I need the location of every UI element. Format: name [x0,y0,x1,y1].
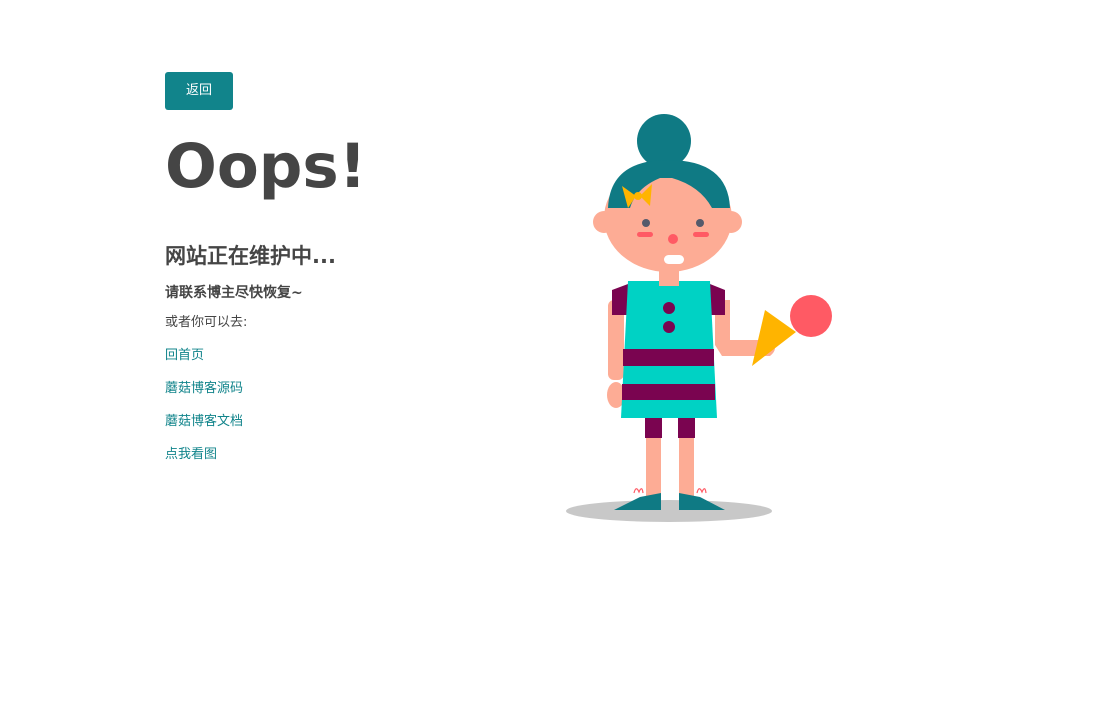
dress-stripe-1 [623,349,714,366]
hair-bow-knot [634,192,642,200]
maintenance-content: 返回 Oops! 网站正在维护中... 请联系博主尽快恢复~ 或者你可以去: 回… [165,72,465,462]
left-leg [646,435,661,499]
left-legging [645,416,662,438]
mouth [664,255,684,264]
left-eye [642,219,650,227]
dress-stripe-2 [622,384,715,400]
dress-button-2 [663,321,675,333]
alternatives-label: 或者你可以去: [165,315,248,330]
right-legging [678,416,695,438]
nose [668,234,678,244]
page-title: Oops! [165,131,367,202]
source-code-link[interactable]: 蘑菇博客源码 [165,377,243,396]
hair-bun [637,114,691,168]
contact-message: 请联系博主尽快恢复~ [165,285,303,301]
back-button[interactable]: 返回 [165,72,233,110]
docs-link[interactable]: 蘑菇博客文档 [165,410,243,429]
left-sleeve [612,284,628,315]
right-leg [679,435,694,499]
dress-button-1 [663,302,675,314]
gallery-link[interactable]: 点我看图 [165,443,217,462]
right-blush [693,232,709,237]
girl-with-ice-cream-illustration [566,114,832,522]
ground-shadow [566,500,772,522]
right-eye [696,219,704,227]
home-link[interactable]: 回首页 [165,344,204,363]
left-blush [637,232,653,237]
right-sleeve [710,284,725,315]
shoe-bow-left [633,488,644,494]
maintenance-subtitle: 网站正在维护中... [165,244,336,268]
ice-cream-cone-icon [752,310,796,366]
shoe-bow-right [696,488,707,494]
ice-cream-scoop-icon [790,295,832,337]
